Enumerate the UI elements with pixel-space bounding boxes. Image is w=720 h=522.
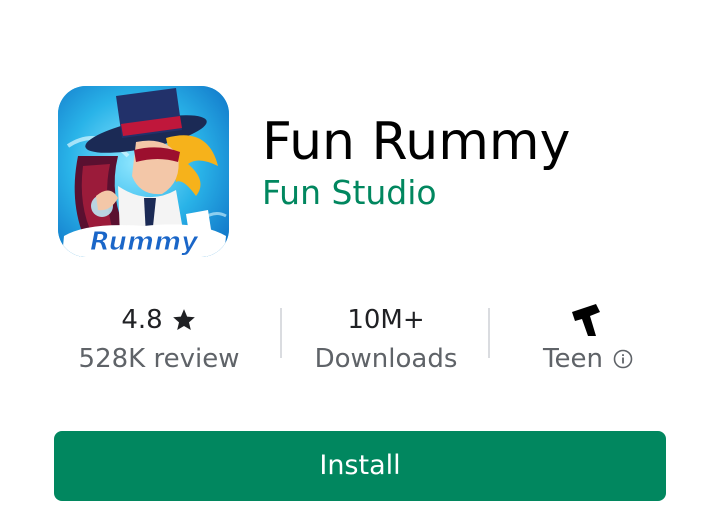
teen-rating-icon xyxy=(570,302,606,338)
app-icon-logo-text: Rummy xyxy=(90,227,199,257)
content-rating-label: Teen xyxy=(543,344,603,374)
stat-divider xyxy=(280,308,282,358)
rating-value: 4.8 xyxy=(121,305,163,335)
downloads-label: Downloads xyxy=(314,344,458,374)
rating-stat[interactable]: 4.8 528K review xyxy=(54,300,264,380)
content-rating-icon-row xyxy=(510,300,666,340)
content-rating-row: Teen xyxy=(510,340,666,378)
content-rating-stat[interactable]: Teen xyxy=(510,300,666,380)
downloads-stat: 10M+ Downloads xyxy=(294,300,478,380)
app-details-page: Rummy Fun Rummy Fun Studio 4.8 528K revi… xyxy=(0,0,720,522)
developer-link[interactable]: Fun Studio xyxy=(262,172,437,214)
downloads-value: 10M+ xyxy=(347,305,425,335)
app-icon-artwork: Rummy xyxy=(58,86,229,257)
review-count: 528K review xyxy=(78,344,240,374)
rating-row: 4.8 xyxy=(54,300,264,340)
stats-row: 4.8 528K review 10M+ Downloads Teen xyxy=(54,300,666,380)
app-icon[interactable]: Rummy xyxy=(58,86,229,257)
install-button[interactable]: Install xyxy=(54,431,666,501)
star-icon xyxy=(171,307,197,333)
info-icon[interactable] xyxy=(613,349,633,369)
app-title: Fun Rummy xyxy=(262,112,571,172)
stat-divider xyxy=(488,308,490,358)
